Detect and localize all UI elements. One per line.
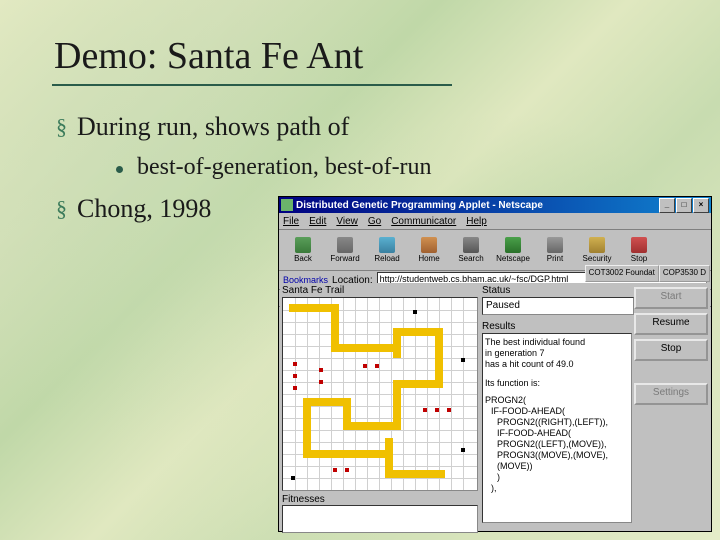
results-line: in generation 7 — [485, 348, 629, 359]
menu-go[interactable]: Go — [368, 216, 381, 227]
trail-label: Santa Fe Trail — [282, 285, 478, 296]
slide: Demo: Santa Fe Ant § During run, shows p… — [0, 0, 720, 540]
reload-button[interactable]: Reload — [367, 234, 407, 266]
results-prog: IF-FOOD-AHEAD( — [485, 406, 629, 417]
security-button[interactable]: Security — [577, 234, 617, 266]
status-label: Status — [482, 285, 630, 296]
results-prog: ) — [485, 472, 629, 483]
tab-1[interactable]: COT3002 Foundat — [585, 265, 659, 282]
titlebar[interactable]: Distributed Genetic Programming Applet -… — [279, 197, 711, 213]
section-marker-icon: § — [56, 194, 67, 224]
right-column: Start Resume Stop Settings — [632, 283, 710, 530]
sub-bullet-1-text: best-of-generation, best-of-run — [137, 154, 432, 181]
app-icon — [281, 199, 293, 211]
window-title: Distributed Genetic Programming Applet -… — [296, 200, 543, 211]
results-prog: PROGN3((MOVE),(MOVE),(MOVE)) — [485, 450, 629, 472]
back-button[interactable]: Back — [283, 234, 323, 266]
status-value: Paused — [482, 297, 634, 315]
maximize-button[interactable]: □ — [676, 198, 692, 213]
results-line: Its function is: — [485, 378, 629, 389]
bullet-dot-icon — [116, 166, 123, 173]
bullet-2-text: Chong, 1998 — [77, 194, 211, 224]
results-box: The best individual found in generation … — [482, 333, 632, 523]
forward-icon — [337, 237, 353, 253]
results-line: has a hit count of 49.0 — [485, 359, 629, 370]
fitness-canvas — [282, 505, 478, 533]
results-line: The best individual found — [485, 337, 629, 348]
section-marker-icon: § — [56, 112, 67, 142]
bullet-1: § During run, shows path of — [56, 112, 349, 142]
sub-bullet-1: best-of-generation, best-of-run — [116, 154, 432, 181]
home-button[interactable]: Home — [409, 234, 449, 266]
reload-icon — [379, 237, 395, 253]
netscape-button[interactable]: Netscape — [493, 234, 533, 266]
stop-button[interactable]: Stop — [619, 234, 659, 266]
close-button[interactable]: × — [693, 198, 709, 213]
home-icon — [421, 237, 437, 253]
bullet-2: § Chong, 1998 — [56, 194, 211, 224]
applet-content: Santa Fe Trail — [280, 283, 710, 530]
fitness-label: Fitnesses — [282, 494, 478, 505]
results-prog: PROGN2( — [485, 395, 629, 406]
menu-edit[interactable]: Edit — [309, 216, 326, 227]
slide-title: Demo: Santa Fe Ant — [54, 34, 363, 78]
results-label: Results — [482, 321, 630, 332]
menu-communicator[interactable]: Communicator — [391, 216, 456, 227]
title-underline — [52, 84, 452, 86]
menu-help[interactable]: Help — [466, 216, 487, 227]
stop-app-button[interactable]: Stop — [634, 339, 708, 361]
search-icon — [463, 237, 479, 253]
tab-2[interactable]: COP3530 D — [659, 265, 710, 282]
trail-canvas — [282, 297, 478, 491]
resume-button[interactable]: Resume — [634, 313, 708, 335]
menu-file[interactable]: File — [283, 216, 299, 227]
minimize-button[interactable]: _ — [659, 198, 675, 213]
menubar: File Edit View Go Communicator Help — [279, 213, 711, 230]
taskbar-tabs: COT3002 Foundat COP3530 D — [585, 265, 710, 282]
security-icon — [589, 237, 605, 253]
results-prog: PROGN2((RIGHT),(LEFT)), — [485, 417, 629, 428]
print-button[interactable]: Print — [535, 234, 575, 266]
results-prog: ), — [485, 483, 629, 494]
stop-icon — [631, 237, 647, 253]
start-button[interactable]: Start — [634, 287, 708, 309]
results-prog: IF-FOOD-AHEAD( — [485, 428, 629, 439]
back-icon — [295, 237, 311, 253]
print-icon — [547, 237, 563, 253]
left-column: Santa Fe Trail — [280, 283, 480, 530]
trail-grid — [283, 298, 477, 490]
netscape-icon — [505, 237, 521, 253]
search-button[interactable]: Search — [451, 234, 491, 266]
menu-view[interactable]: View — [336, 216, 358, 227]
settings-button[interactable]: Settings — [634, 383, 708, 405]
mid-column: Status Paused Results The best individua… — [480, 283, 632, 530]
bullet-1-text: During run, shows path of — [77, 112, 349, 142]
browser-window: Distributed Genetic Programming Applet -… — [278, 196, 712, 532]
forward-button[interactable]: Forward — [325, 234, 365, 266]
results-prog: PROGN2((LEFT),(MOVE)), — [485, 439, 629, 450]
